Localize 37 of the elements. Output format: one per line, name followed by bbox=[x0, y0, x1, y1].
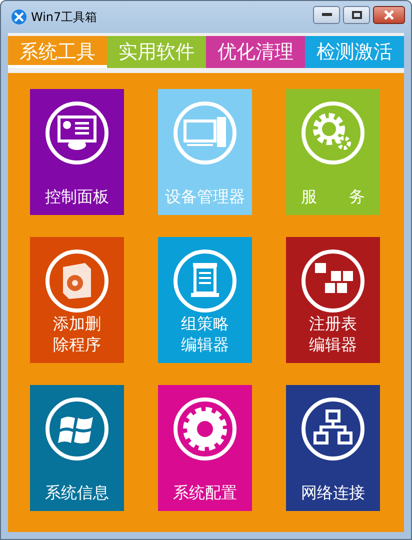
tool-tile[interactable]: 系统信息 bbox=[30, 385, 124, 511]
monitor-icon bbox=[45, 101, 109, 165]
maximize-icon bbox=[352, 11, 362, 19]
maximize-button[interactable] bbox=[343, 6, 370, 24]
computer-icon bbox=[173, 101, 237, 165]
tile-label: 设备管理器 bbox=[165, 186, 245, 207]
network-icon bbox=[301, 397, 365, 461]
tool-tile[interactable]: 添加删 除程序 bbox=[30, 237, 124, 363]
minimize-button[interactable] bbox=[313, 6, 340, 24]
tile-label: 控制面板 bbox=[45, 186, 109, 207]
tile-label: 组策略 编辑器 bbox=[181, 313, 229, 355]
scroll-icon bbox=[173, 249, 237, 313]
window-panes-icon bbox=[45, 397, 109, 461]
tool-tile[interactable]: 服 务 bbox=[286, 89, 380, 215]
tile-label: 服 务 bbox=[301, 186, 365, 207]
window-title: Win7工具箱 bbox=[31, 8, 98, 26]
box-icon bbox=[45, 249, 109, 313]
gears-icon bbox=[301, 101, 365, 165]
tile-label: 网络连接 bbox=[301, 482, 365, 503]
cubes-icon bbox=[301, 249, 365, 313]
minimize-icon bbox=[322, 13, 332, 17]
close-icon bbox=[383, 10, 395, 20]
tool-tile[interactable]: 注册表 编辑器 bbox=[286, 237, 380, 363]
tile-label: 系统配置 bbox=[173, 482, 237, 503]
tab[interactable]: 系统工具 bbox=[8, 36, 107, 68]
tile-label: 注册表 编辑器 bbox=[309, 313, 357, 355]
gear-icon bbox=[173, 397, 237, 461]
tool-tile[interactable]: 组策略 编辑器 bbox=[158, 237, 252, 363]
close-button[interactable] bbox=[373, 6, 405, 24]
tools-icon bbox=[11, 9, 27, 25]
tile-label: 系统信息 bbox=[45, 482, 109, 503]
tile-label: 添加删 除程序 bbox=[53, 313, 101, 355]
tool-tile[interactable]: 系统配置 bbox=[158, 385, 252, 511]
tool-tile[interactable]: 网络连接 bbox=[286, 385, 380, 511]
tool-tile[interactable]: 控制面板 bbox=[30, 89, 124, 215]
tab[interactable]: 检测激活 bbox=[305, 36, 404, 68]
tab[interactable]: 优化清理 bbox=[206, 36, 305, 68]
